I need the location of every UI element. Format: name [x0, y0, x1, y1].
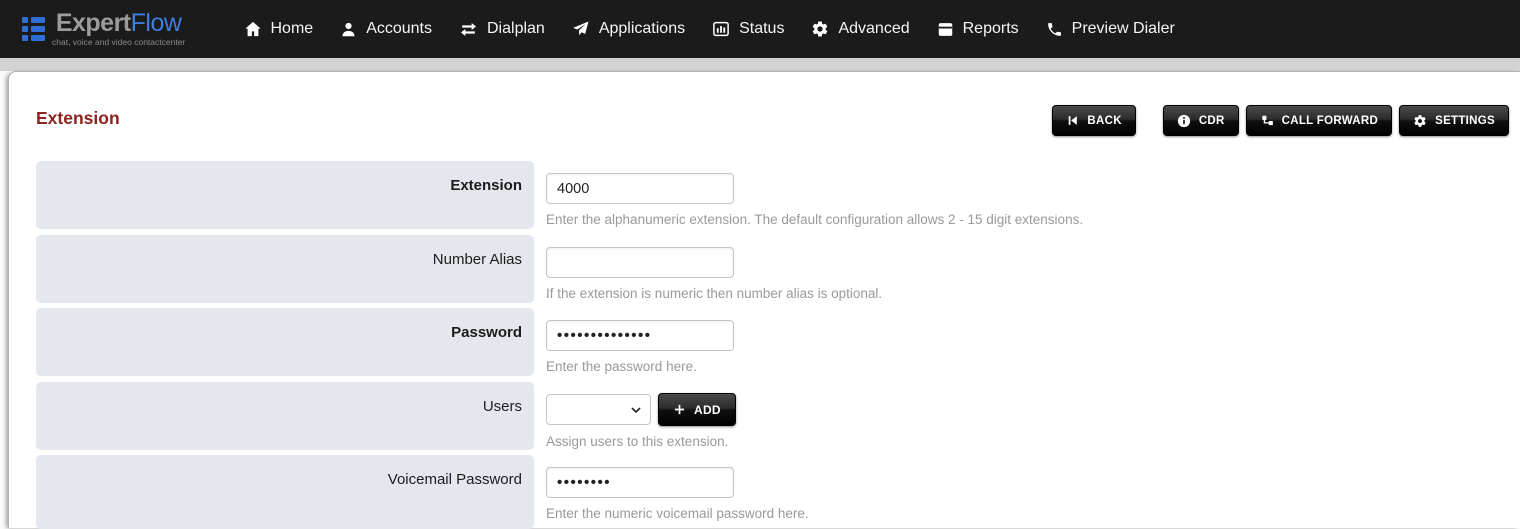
- settings-button[interactable]: SETTINGS: [1399, 105, 1509, 136]
- page-title: Extension: [36, 108, 120, 129]
- bar-chart-icon: [712, 20, 730, 38]
- expertflow-logo[interactable]: ExpertFlow chat, voice and video contact…: [22, 11, 218, 47]
- nav-item-accounts[interactable]: Accounts: [327, 0, 446, 58]
- voicemail-password-label: Voicemail Password: [36, 455, 534, 529]
- top-navbar: ExpertFlow chat, voice and video contact…: [0, 0, 1520, 58]
- nav-item-advanced[interactable]: Advanced: [798, 0, 923, 58]
- brand-secondary: Flow: [131, 9, 182, 37]
- skip-back-icon: [1066, 114, 1079, 127]
- form-row-users: Users ADD Assign users to this extension…: [36, 382, 1514, 450]
- extension-help: Enter the alphanumeric extension. The de…: [546, 212, 1083, 227]
- users-label: Users: [36, 382, 534, 450]
- exchange-arrows-icon: [459, 20, 478, 39]
- back-button[interactable]: BACK: [1052, 105, 1135, 136]
- nav-item-home[interactable]: Home: [230, 0, 327, 58]
- book-icon: [937, 21, 954, 38]
- gear-icon: [811, 20, 829, 38]
- nav-item-applications[interactable]: Applications: [558, 0, 698, 58]
- password-input[interactable]: [546, 320, 734, 351]
- nav-menu: Home Accounts Dialplan Applications Stat…: [230, 0, 1188, 58]
- page-toolbar: BACK CDR CALL FORWARD SETTINGS: [1052, 105, 1509, 136]
- call-tree-icon: [1260, 114, 1274, 128]
- add-user-button[interactable]: ADD: [658, 393, 736, 426]
- number-alias-help: If the extension is numeric then number …: [546, 286, 882, 301]
- brand-primary: Expert: [56, 9, 131, 37]
- phone-icon: [1046, 21, 1063, 38]
- gear-icon: [1413, 114, 1427, 128]
- voicemail-password-input[interactable]: [546, 467, 734, 498]
- users-help: Assign users to this extension.: [546, 434, 736, 449]
- voicemail-password-help: Enter the numeric voicemail password her…: [546, 506, 809, 521]
- extension-input[interactable]: [546, 173, 734, 204]
- call-forward-button[interactable]: CALL FORWARD: [1246, 105, 1392, 136]
- plus-icon: [673, 403, 686, 416]
- nav-item-preview-dialer[interactable]: Preview Dialer: [1032, 0, 1188, 58]
- form-row-voicemail-password: Voicemail Password Enter the numeric voi…: [36, 455, 1514, 529]
- paper-plane-icon: [572, 20, 590, 38]
- form-row-number-alias: Number Alias If the extension is numeric…: [36, 235, 1514, 303]
- number-alias-input[interactable]: [546, 247, 734, 278]
- password-label: Password: [36, 308, 534, 376]
- extension-label: Extension: [36, 161, 534, 229]
- cdr-button[interactable]: CDR: [1163, 105, 1239, 136]
- brand-tagline: chat, voice and video contactcenter: [52, 37, 185, 47]
- users-select[interactable]: [546, 394, 651, 425]
- nav-item-reports[interactable]: Reports: [923, 0, 1032, 58]
- user-icon: [340, 21, 357, 38]
- subnav-strip: [0, 58, 1520, 71]
- form-row-password: Password Enter the password here.: [36, 308, 1514, 376]
- content-card: Extension BACK CDR CALL FORWARD SETTINGS…: [8, 71, 1520, 528]
- nav-item-status[interactable]: Status: [699, 0, 798, 58]
- number-alias-label: Number Alias: [36, 235, 534, 303]
- home-icon: [244, 20, 262, 38]
- info-circle-icon: [1177, 114, 1191, 128]
- nav-item-dialplan[interactable]: Dialplan: [446, 0, 559, 58]
- expertflow-logo-icon: [22, 17, 45, 41]
- form-row-extension: Extension Enter the alphanumeric extensi…: [36, 161, 1514, 229]
- password-help: Enter the password here.: [546, 359, 734, 374]
